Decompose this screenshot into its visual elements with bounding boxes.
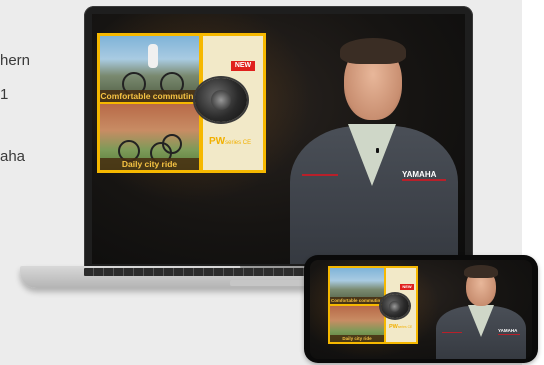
laptop-slide: Comfortable commuting Daily city ride NE… bbox=[97, 33, 266, 173]
product-name: PWseries CE bbox=[209, 136, 252, 147]
jacket-logo: YAMAHA bbox=[402, 170, 437, 179]
laptop-trackpad bbox=[230, 280, 310, 286]
motor-image bbox=[195, 78, 247, 122]
laptop-keyboard bbox=[84, 268, 324, 276]
caption-city-ride: Daily city ride bbox=[100, 158, 199, 170]
phone-caption-commuting: Comfortable commuting bbox=[330, 297, 384, 304]
phone-product-panel: NEW PWseries CE bbox=[381, 268, 416, 342]
commuting-photo: Comfortable commuting bbox=[100, 36, 199, 102]
caption-commuting: Comfortable commuting bbox=[100, 90, 199, 102]
presenter-hair bbox=[340, 38, 406, 64]
phone-screen: Comfortable commuting Daily city ride NE… bbox=[310, 260, 532, 359]
jacket-stripe-right bbox=[402, 179, 446, 181]
phone-presenter-hair bbox=[464, 265, 498, 278]
phone-product-name: PWseries CE bbox=[389, 324, 413, 330]
phone-slide: Comfortable commuting Daily city ride NE… bbox=[328, 266, 418, 344]
laptop-screen: Comfortable commuting Daily city ride NE… bbox=[92, 14, 465, 264]
jacket-stripe-left bbox=[302, 174, 338, 176]
phone-jacket-stripe-left bbox=[442, 332, 462, 333]
phone-motor-image bbox=[381, 294, 409, 318]
phone-new-badge: NEW bbox=[400, 284, 414, 290]
city-ride-photo: Daily city ride bbox=[100, 104, 199, 170]
new-badge: NEW bbox=[231, 61, 255, 71]
lapel-mic-icon bbox=[376, 148, 379, 153]
side-text-line-1: hern bbox=[0, 52, 31, 69]
phone-presenter-video: YAMAHA bbox=[428, 260, 532, 359]
phone-jacket-logo: YAMAHA bbox=[498, 328, 518, 333]
presenter-video: YAMAHA bbox=[282, 24, 465, 264]
phone-city-ride-photo: Daily city ride bbox=[330, 306, 384, 342]
side-text-line-2: 1 bbox=[0, 86, 9, 103]
phone-commuting-photo: Comfortable commuting bbox=[330, 268, 384, 304]
product-panel: NEW PWseries CE bbox=[195, 36, 263, 170]
side-text-line-3: aha bbox=[0, 148, 26, 165]
phone-jacket-stripe-right bbox=[498, 334, 520, 335]
phone-caption-city-ride: Daily city ride bbox=[330, 335, 384, 342]
